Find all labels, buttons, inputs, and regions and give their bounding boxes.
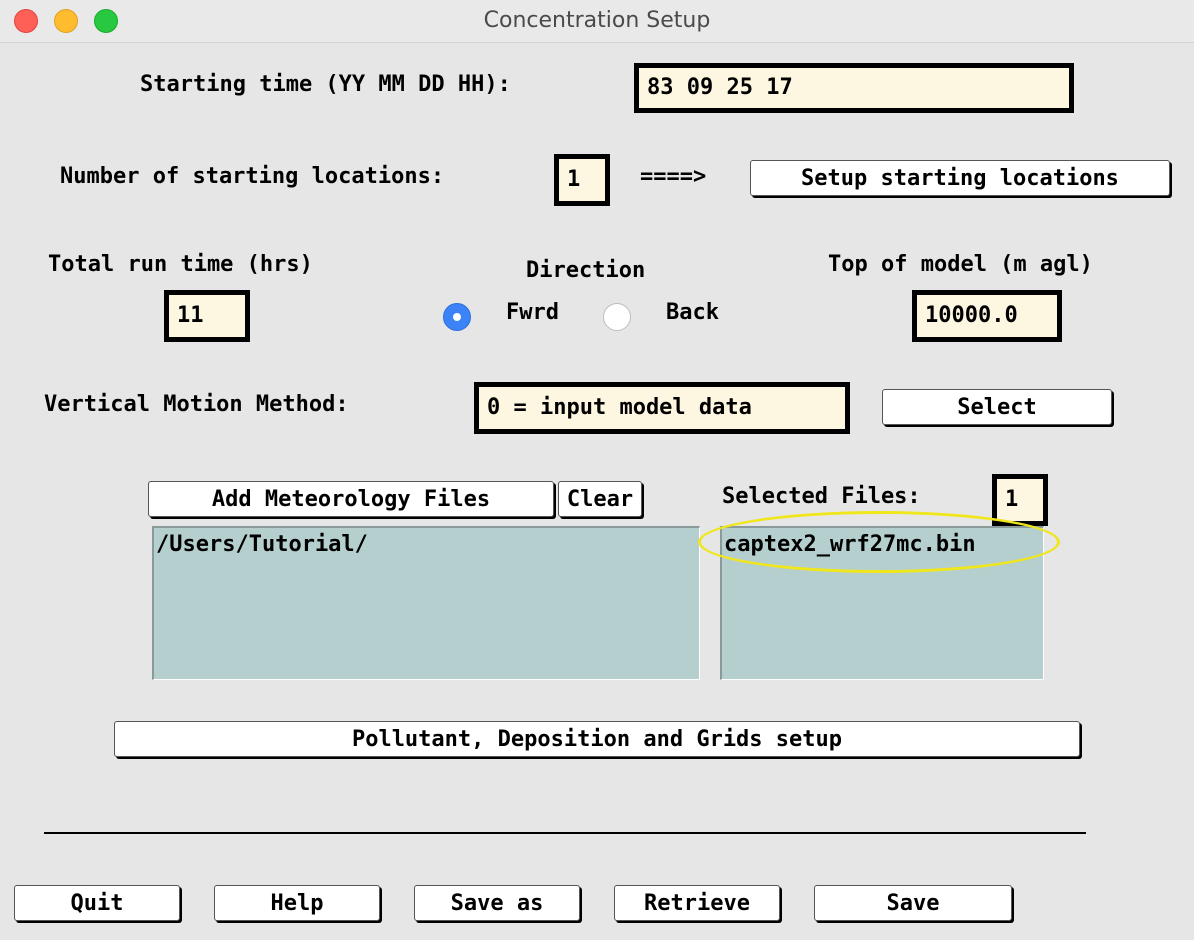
- setup-starting-locations-button-label: Setup starting locations: [801, 165, 1119, 191]
- retrieve-button-label: Retrieve: [644, 890, 750, 916]
- arrow-indicator: ====>: [640, 164, 707, 189]
- total-run-time-label: Total run time (hrs): [48, 252, 313, 277]
- total-run-time-input[interactable]: 11: [164, 290, 250, 342]
- directory-path-item[interactable]: /Users/Tutorial/: [156, 532, 697, 557]
- title-bar: Concentration Setup: [0, 0, 1194, 43]
- back-radio[interactable]: [603, 303, 631, 331]
- vertical-motion-input[interactable]: 0 = input model data: [474, 382, 850, 434]
- help-button[interactable]: Help: [214, 885, 380, 921]
- save-as-button-label: Save as: [450, 890, 544, 916]
- pollutant-deposition-grids-button-label: Pollutant, Deposition and Grids setup: [351, 726, 843, 752]
- forward-radio-label: Fwrd: [506, 300, 559, 325]
- starting-locations-label: Number of starting locations:: [60, 164, 445, 189]
- starting-time-label: Starting time (YY MM DD HH):: [140, 72, 511, 97]
- top-of-model-input[interactable]: 10000.0: [912, 290, 1062, 342]
- add-meteorology-files-button[interactable]: Add Meteorology Files: [148, 481, 554, 517]
- clear-files-button-label: Clear: [566, 486, 634, 512]
- save-as-button[interactable]: Save as: [414, 885, 580, 921]
- vertical-motion-select-button[interactable]: Select: [882, 389, 1112, 425]
- pollutant-deposition-grids-button[interactable]: Pollutant, Deposition and Grids setup: [114, 721, 1080, 757]
- window-title: Concentration Setup: [483, 8, 711, 33]
- selected-files-label: Selected Files:: [722, 484, 921, 509]
- starting-locations-count-input[interactable]: 1: [554, 154, 610, 206]
- add-meteorology-files-button-label: Add Meteorology Files: [211, 486, 491, 512]
- forward-radio[interactable]: [443, 303, 471, 331]
- vertical-motion-label: Vertical Motion Method:: [44, 392, 349, 417]
- back-radio-label: Back: [666, 300, 719, 325]
- quit-button-label: Quit: [70, 890, 124, 916]
- selected-files-count: 1: [992, 474, 1048, 526]
- starting-time-input[interactable]: 83 09 25 17: [634, 63, 1074, 113]
- clear-files-button[interactable]: Clear: [558, 481, 642, 517]
- top-of-model-label: Top of model (m agl): [828, 252, 1093, 277]
- directory-listbox[interactable]: /Users/Tutorial/: [152, 526, 700, 680]
- save-button-label: Save: [886, 890, 940, 916]
- direction-label: Direction: [526, 258, 646, 283]
- selected-file-item[interactable]: captex2_wrf27mc.bin: [724, 532, 1041, 557]
- selected-files-listbox[interactable]: captex2_wrf27mc.bin: [720, 526, 1044, 680]
- help-button-label: Help: [270, 890, 324, 916]
- vertical-motion-select-button-label: Select: [957, 394, 1037, 420]
- save-button[interactable]: Save: [814, 885, 1012, 921]
- retrieve-button[interactable]: Retrieve: [614, 885, 780, 921]
- quit-button[interactable]: Quit: [14, 885, 180, 921]
- setup-starting-locations-button[interactable]: Setup starting locations: [750, 160, 1170, 196]
- separator-line: [44, 832, 1086, 834]
